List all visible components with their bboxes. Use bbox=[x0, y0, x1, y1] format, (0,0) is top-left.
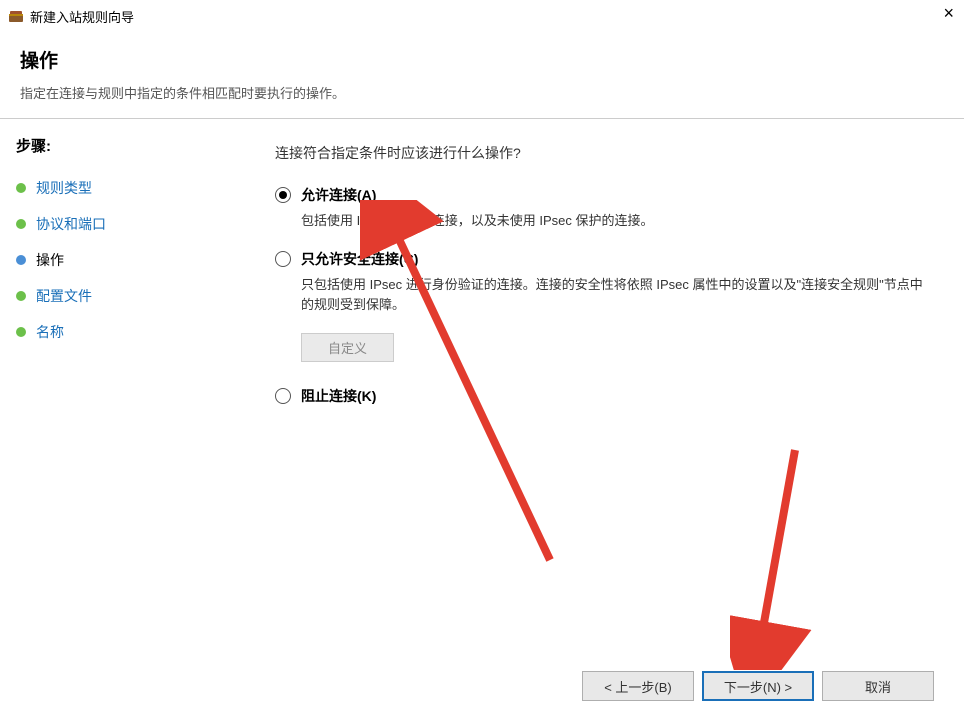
step-label: 配置文件 bbox=[36, 286, 92, 306]
radio-allow-description: 包括使用 IPsec 保护的连接，以及未使用 IPsec 保护的连接。 bbox=[301, 211, 934, 231]
step-list: 规则类型 协议和端口 操作 配置文件 名称 bbox=[16, 170, 245, 350]
radio-label: 只允许安全连接(C) bbox=[301, 249, 418, 269]
window-titlebar: 新建入站规则向导 × bbox=[0, 0, 964, 32]
wizard-content: 连接符合指定条件时应该进行什么操作? 允许连接(A) 包括使用 IPsec 保护… bbox=[255, 119, 964, 657]
step-label: 协议和端口 bbox=[36, 214, 106, 234]
wizard-body: 步骤: 规则类型 协议和端口 操作 配置文件 名称 bbox=[0, 119, 964, 657]
radio-icon bbox=[275, 251, 291, 267]
radio-icon bbox=[275, 388, 291, 404]
step-protocol-port[interactable]: 协议和端口 bbox=[16, 206, 245, 242]
radio-block-connection[interactable]: 阻止连接(K) bbox=[275, 386, 934, 406]
app-icon bbox=[8, 8, 24, 24]
step-bullet-icon bbox=[16, 291, 26, 301]
cancel-button[interactable]: 取消 bbox=[822, 671, 934, 701]
step-action[interactable]: 操作 bbox=[16, 242, 245, 278]
step-bullet-icon bbox=[16, 255, 26, 265]
next-button[interactable]: 下一步(N) > bbox=[702, 671, 814, 701]
page-subtitle: 指定在连接与规则中指定的条件相匹配时要执行的操作。 bbox=[20, 83, 944, 102]
action-question: 连接符合指定条件时应该进行什么操作? bbox=[275, 143, 934, 163]
close-button[interactable]: × bbox=[943, 4, 954, 22]
step-label: 名称 bbox=[36, 322, 64, 342]
wizard-footer: < 上一步(B) 下一步(N) > 取消 bbox=[0, 664, 964, 720]
step-bullet-icon bbox=[16, 219, 26, 229]
page-title: 操作 bbox=[20, 46, 944, 73]
radio-icon bbox=[275, 187, 291, 203]
wizard-header: 操作 指定在连接与规则中指定的条件相匹配时要执行的操作。 bbox=[0, 32, 964, 118]
step-label: 规则类型 bbox=[36, 178, 92, 198]
window-title: 新建入站规则向导 bbox=[30, 7, 134, 26]
radio-allow-secure[interactable]: 只允许安全连接(C) bbox=[275, 249, 934, 269]
radio-label: 阻止连接(K) bbox=[301, 386, 376, 406]
radio-secure-description: 只包括使用 IPsec 进行身份验证的连接。连接的安全性将依照 IPsec 属性… bbox=[301, 275, 934, 315]
step-label: 操作 bbox=[36, 250, 64, 270]
step-rule-type[interactable]: 规则类型 bbox=[16, 170, 245, 206]
radio-allow-connection[interactable]: 允许连接(A) bbox=[275, 185, 934, 205]
radio-label: 允许连接(A) bbox=[301, 185, 376, 205]
back-button[interactable]: < 上一步(B) bbox=[582, 671, 694, 701]
step-bullet-icon bbox=[16, 183, 26, 193]
customize-button: 自定义 bbox=[301, 333, 394, 362]
step-name[interactable]: 名称 bbox=[16, 314, 245, 350]
step-bullet-icon bbox=[16, 327, 26, 337]
step-sidebar: 步骤: 规则类型 协议和端口 操作 配置文件 名称 bbox=[0, 119, 255, 657]
step-sidebar-title: 步骤: bbox=[16, 135, 245, 156]
step-profile[interactable]: 配置文件 bbox=[16, 278, 245, 314]
